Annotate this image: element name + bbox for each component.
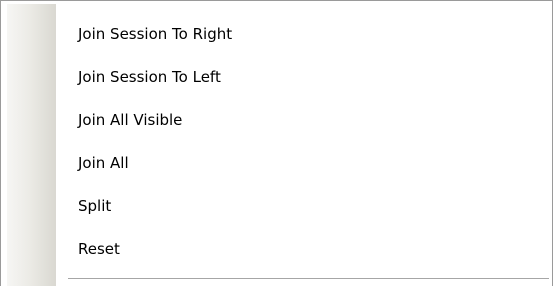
menu-separator (68, 278, 549, 279)
menu-item-label: Join Session To Right (78, 25, 233, 43)
menu-item-reset[interactable]: Reset (7, 229, 547, 269)
menu-item-join-session-to-left[interactable]: Join Session To Left (7, 57, 547, 97)
menu-item-label: Split (78, 197, 112, 215)
menu-item-split[interactable]: Split (7, 186, 547, 226)
context-menu: Join Session To Right Join Session To Le… (0, 0, 553, 286)
menu-item-label: Join All (78, 154, 129, 172)
menu-item-join-session-to-right[interactable]: Join Session To Right (7, 14, 547, 54)
menu-item-label: Join Session To Left (78, 68, 221, 86)
menu-item-join-all-visible[interactable]: Join All Visible (7, 100, 547, 140)
menu-item-label: Join All Visible (78, 111, 183, 129)
menu-item-label: Reset (78, 240, 120, 258)
menu-item-join-all[interactable]: Join All (7, 143, 547, 183)
